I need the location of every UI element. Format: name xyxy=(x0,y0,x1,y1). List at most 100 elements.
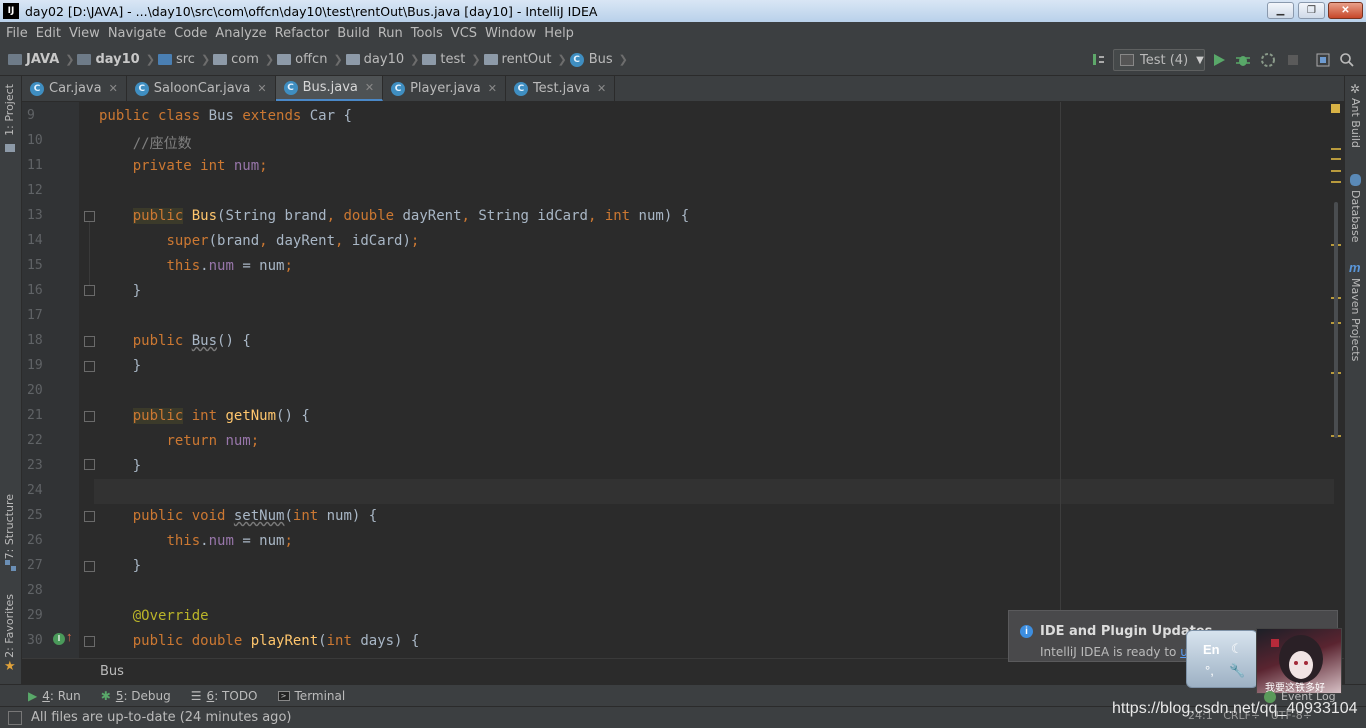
fold-marker[interactable] xyxy=(84,211,95,222)
close-icon[interactable]: ✕ xyxy=(257,82,266,95)
fold-marker[interactable] xyxy=(84,336,95,347)
fold-marker[interactable] xyxy=(84,361,95,372)
menu-help[interactable]: Help xyxy=(540,26,578,41)
tab-player-java[interactable]: C Player.java ✕ xyxy=(383,76,506,101)
line-number: 22 xyxy=(27,433,43,448)
debug-icon[interactable] xyxy=(1234,51,1252,69)
window-title: day02 [D:\JAVA] - ...\day10\src\com\offc… xyxy=(25,3,598,19)
fold-marker[interactable] xyxy=(84,285,95,296)
code-line: public class Bus extends Car { xyxy=(99,108,352,124)
run-icon: ▶ xyxy=(28,688,38,703)
menu-code[interactable]: Code xyxy=(170,26,211,41)
menu-analyze[interactable]: Analyze xyxy=(211,26,270,41)
scrollbar-thumb[interactable] xyxy=(1334,202,1338,438)
menu-run[interactable]: Run xyxy=(374,26,407,41)
wrench-icon: 🔧 xyxy=(1229,663,1246,678)
run-icon[interactable] xyxy=(1210,51,1228,69)
close-icon[interactable]: ✕ xyxy=(365,81,374,94)
breadcrumb-offcn[interactable]: offcn xyxy=(277,52,327,67)
todo-tool-button[interactable]: ☰ 6: TODO xyxy=(191,689,258,703)
ime-language-widget[interactable]: En ☾ °, 🔧 xyxy=(1186,630,1258,688)
menu-view[interactable]: View xyxy=(65,26,104,41)
breadcrumb-class-bus[interactable]: Bus xyxy=(100,664,124,679)
fold-guide xyxy=(89,221,90,285)
menu-build[interactable]: Build xyxy=(333,26,374,41)
project-structure-icon[interactable] xyxy=(1314,51,1332,69)
menu-window[interactable]: Window xyxy=(481,26,540,41)
maven-tool-button[interactable]: Maven Projects xyxy=(1349,278,1362,361)
fold-marker[interactable] xyxy=(84,511,95,522)
breadcrumb-com[interactable]: com xyxy=(213,52,259,67)
warning-mark[interactable] xyxy=(1331,158,1341,160)
structure-tool-button[interactable]: 7: Structure xyxy=(3,494,16,559)
chevron-right-icon: ❯ xyxy=(333,54,343,66)
menu-edit[interactable]: Edit xyxy=(32,26,65,41)
minimize-button[interactable]: ▁ xyxy=(1267,2,1294,19)
line-number: 19 xyxy=(27,358,43,373)
breadcrumb-day10-module[interactable]: day10 xyxy=(77,52,140,67)
tab-car-java[interactable]: C Car.java ✕ xyxy=(22,76,127,101)
code-line: public Bus() { xyxy=(132,333,251,349)
chevron-right-icon: ❯ xyxy=(471,54,481,66)
chevron-right-icon: ❯ xyxy=(618,54,628,66)
class-icon: C xyxy=(283,80,298,95)
menu-file[interactable]: File xyxy=(2,26,32,41)
menu-refactor[interactable]: Refactor xyxy=(271,26,334,41)
run-configuration-dropdown[interactable]: Test (4) ▼ xyxy=(1113,49,1205,71)
fold-marker[interactable] xyxy=(84,636,95,647)
terminal-tool-button[interactable]: > Terminal xyxy=(277,689,345,703)
code-line: } xyxy=(99,458,142,474)
tab-salooncar-java[interactable]: C SaloonCar.java ✕ xyxy=(127,76,276,101)
tab-test-java[interactable]: C Test.java ✕ xyxy=(506,76,616,101)
error-stripe[interactable] xyxy=(1330,102,1344,658)
warning-mark[interactable] xyxy=(1331,181,1341,183)
line-number-gutter: 9 10 11 12 13 14 15 16 17 18 19 20 21 22… xyxy=(22,102,79,658)
favorites-tool-button[interactable]: 2: Favorites xyxy=(3,594,16,658)
database-tool-button[interactable]: Database xyxy=(1349,190,1362,243)
chevron-right-icon: ❯ xyxy=(200,54,211,66)
breadcrumb-bus[interactable]: C Bus xyxy=(569,52,613,67)
warning-mark[interactable] xyxy=(1331,148,1341,150)
code-editor[interactable]: 9 10 11 12 13 14 15 16 17 18 19 20 21 22… xyxy=(22,102,1344,658)
search-icon[interactable] xyxy=(1338,51,1356,69)
debug-tool-button[interactable]: ✱ 5: Debug xyxy=(101,689,171,703)
menu-tools[interactable]: Tools xyxy=(407,26,447,41)
restore-button[interactable]: ❐ xyxy=(1298,2,1325,19)
class-icon: C xyxy=(134,81,149,96)
warning-mark[interactable] xyxy=(1331,170,1341,172)
stop-icon[interactable] xyxy=(1284,51,1302,69)
fold-marker[interactable] xyxy=(84,459,95,470)
menu-navigate[interactable]: Navigate xyxy=(104,26,170,41)
breadcrumb-test[interactable]: test xyxy=(422,52,465,67)
tab-bus-java[interactable]: C Bus.java ✕ xyxy=(275,76,384,101)
line-number: 18 xyxy=(27,333,43,348)
build-icon[interactable] xyxy=(1090,51,1108,69)
breadcrumb-day10[interactable]: day10 xyxy=(345,52,404,67)
intellij-icon: IJ xyxy=(3,3,19,19)
breadcrumb-java[interactable]: JAVA xyxy=(8,52,59,67)
fold-marker[interactable] xyxy=(84,561,95,572)
coverage-icon[interactable] xyxy=(1259,51,1277,69)
close-icon[interactable]: ✕ xyxy=(109,82,118,95)
project-tool-button[interactable]: 1: Project xyxy=(3,84,16,136)
code-line: super(brand, dayRent, idCard); xyxy=(166,233,420,249)
database-icon xyxy=(1350,174,1361,186)
menu-vcs[interactable]: VCS xyxy=(447,26,481,41)
close-button[interactable]: ✕ xyxy=(1328,2,1363,19)
project-icon xyxy=(5,144,15,152)
line-number: 15 xyxy=(27,258,43,273)
override-icon[interactable]: I xyxy=(53,633,65,645)
fold-marker[interactable] xyxy=(84,411,95,422)
ant-build-tool-button[interactable]: Ant Build xyxy=(1349,98,1362,148)
warning-indicator-icon[interactable] xyxy=(1331,104,1340,113)
code-line: public void setNum(int num) { xyxy=(132,508,378,524)
close-icon[interactable]: ✕ xyxy=(488,82,497,95)
package-icon xyxy=(345,54,360,65)
breadcrumb-src[interactable]: src xyxy=(157,52,195,67)
run-tool-button[interactable]: ▶ 4: Run xyxy=(28,689,81,703)
line-number: 13 xyxy=(27,208,43,223)
tool-windows-toggle-icon[interactable] xyxy=(8,710,22,725)
arrow-up-icon: ↑ xyxy=(66,629,73,644)
close-icon[interactable]: ✕ xyxy=(597,82,606,95)
breadcrumb-rentout[interactable]: rentOut xyxy=(483,52,552,67)
